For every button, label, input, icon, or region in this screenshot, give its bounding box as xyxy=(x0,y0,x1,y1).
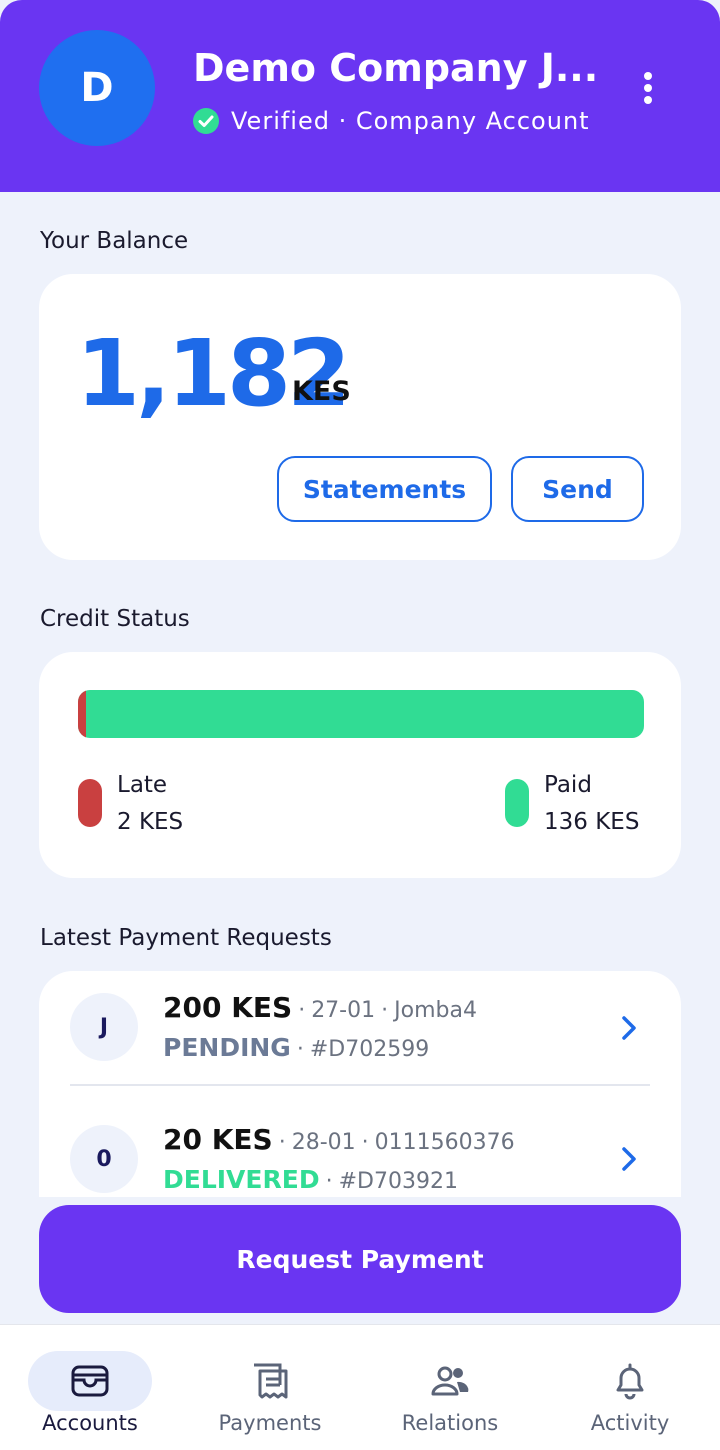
nav-item-accounts[interactable]: Accounts xyxy=(0,1325,180,1450)
verified-text: Verified · Company Account xyxy=(231,107,590,135)
check-circle-icon xyxy=(193,108,219,134)
company-name: Demo Company J... xyxy=(193,46,599,90)
request-payment-button[interactable]: Request Payment xyxy=(39,1205,681,1313)
receipt-icon xyxy=(254,1363,288,1399)
nav-label: Relations xyxy=(401,1411,499,1435)
list-divider xyxy=(70,1084,650,1086)
request-counterparty: Jomba4 xyxy=(394,998,477,1023)
balance-amount: 1,182 xyxy=(76,320,351,427)
account-header: D Demo Company J... Verified · Company A… xyxy=(0,0,720,192)
nav-item-relations[interactable]: Relations xyxy=(360,1325,540,1450)
nav-label: Payments xyxy=(218,1411,322,1435)
request-date: 27-01 xyxy=(311,998,376,1023)
chevron-right-icon xyxy=(622,1016,636,1040)
request-status-row: PENDING · #D702599 xyxy=(163,1033,430,1062)
request-date: 28-01 xyxy=(291,1130,356,1155)
balance-currency: KES xyxy=(292,376,351,407)
nav-item-activity[interactable]: Activity xyxy=(540,1325,720,1450)
wallet-icon xyxy=(71,1365,109,1397)
credit-bar-late-segment xyxy=(78,690,87,738)
request-summary: 20 KES · 28-01 · 0111560376 xyxy=(163,1123,515,1156)
late-label: Late xyxy=(117,772,168,798)
credit-status-bar xyxy=(78,690,644,738)
paid-value: 136 KES xyxy=(544,809,640,835)
request-ref: #D702599 xyxy=(309,1037,430,1062)
balance-card: 1,182 KES Statements Send xyxy=(39,274,681,560)
requests-section-label: Latest Payment Requests xyxy=(40,925,332,951)
nav-label: Activity xyxy=(590,1411,670,1435)
list-item[interactable]: J 200 KES · 27-01 · Jomba4 PENDING · #D702599 xyxy=(39,971,681,1091)
request-counterparty: 0111560376 xyxy=(374,1130,515,1155)
request-status: DELIVERED xyxy=(163,1165,320,1194)
nav-label: Accounts xyxy=(42,1411,138,1435)
people-icon xyxy=(431,1366,469,1396)
send-button[interactable]: Send xyxy=(511,456,644,522)
request-status-row: DELIVERED · #D703921 xyxy=(163,1165,458,1194)
bell-icon xyxy=(616,1363,644,1400)
request-avatar: 0 xyxy=(70,1125,138,1193)
request-summary: 200 KES · 27-01 · Jomba4 xyxy=(163,991,477,1024)
verified-status: Verified · Company Account xyxy=(193,104,590,138)
request-amount: 200 KES xyxy=(163,991,293,1024)
late-value: 2 KES xyxy=(117,809,184,835)
request-avatar: J xyxy=(70,993,138,1061)
kebab-menu-icon[interactable] xyxy=(628,66,668,110)
request-amount: 20 KES xyxy=(163,1123,273,1156)
paid-legend-marker xyxy=(505,779,529,827)
credit-section-label: Credit Status xyxy=(40,606,190,632)
company-avatar[interactable]: D xyxy=(39,30,155,146)
nav-item-payments[interactable]: Payments xyxy=(180,1325,360,1450)
payment-requests-list: J 200 KES · 27-01 · Jomba4 PENDING · #D702599 … xyxy=(39,971,681,1197)
request-ref: #D703921 xyxy=(338,1169,458,1194)
late-legend-marker xyxy=(78,779,102,827)
credit-status-card: Late 2 KES Paid 136 KES xyxy=(39,652,681,878)
statements-button[interactable]: Statements xyxy=(277,456,492,522)
balance-section-label: Your Balance xyxy=(40,228,189,254)
paid-label: Paid xyxy=(544,772,592,798)
request-status: PENDING xyxy=(163,1033,291,1062)
list-item[interactable]: 0 20 KES · 28-01 · 0111560376 DELIVERED · #D70… xyxy=(39,1089,681,1197)
bottom-navigation: Accounts Payments Relations Activity xyxy=(0,1324,720,1450)
chevron-right-icon xyxy=(622,1147,636,1171)
